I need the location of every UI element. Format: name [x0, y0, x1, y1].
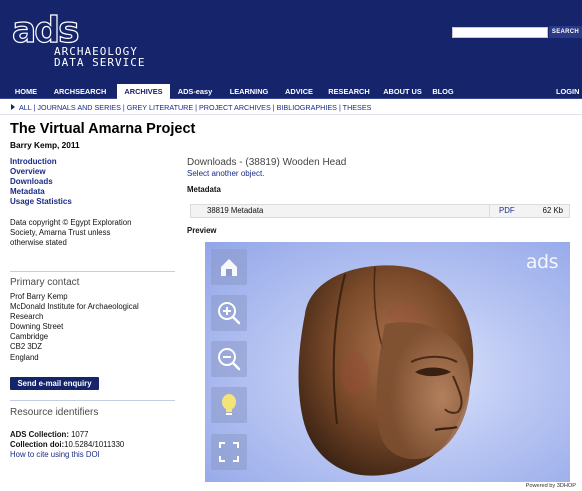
ads-collection-label: ADS Collection:: [10, 430, 69, 439]
copyright-line: Data copyright © Egypt Exploration: [10, 218, 132, 227]
sub-nav: ALL | JOURNALS AND SERIES | GREY LITERAT…: [0, 100, 582, 115]
primary-contact-heading: Primary contact: [10, 277, 80, 288]
3d-viewer[interactable]: ads: [205, 242, 570, 482]
sidebar-divider: [10, 400, 175, 401]
fullscreen-icon[interactable]: [211, 434, 247, 470]
table-divider: [489, 205, 490, 217]
nav-advice[interactable]: ADVICE: [280, 84, 318, 99]
sidebar-link-introduction[interactable]: Introduction: [10, 157, 175, 167]
main-nav: HOME ARCHSEARCH ARCHIVES ADS-easy LEARNI…: [0, 84, 582, 99]
ads-collection: ADS Collection: 1077: [10, 430, 180, 440]
search-button[interactable]: SEARCH: [549, 26, 582, 38]
resource-identifiers: ADS Collection: 1077 Collection doi:10.5…: [10, 430, 180, 460]
powered-by-3dhop[interactable]: Powered by 3DHOP: [526, 483, 576, 489]
contact-line: Prof Barry Kemp: [10, 292, 68, 301]
search-input[interactable]: [452, 27, 548, 38]
nav-ads-easy[interactable]: ADS-easy: [175, 84, 215, 99]
preview-heading: Preview: [187, 226, 217, 235]
sidebar-link-usage-statistics[interactable]: Usage Statistics: [10, 197, 175, 207]
metadata-pdf-link[interactable]: PDF: [499, 205, 515, 217]
ads-logo[interactable]: ads ARCHAEOLOGY DATA SERVICE: [11, 10, 162, 73]
metadata-heading: Metadata: [187, 185, 221, 194]
metadata-table-row: 38819 Metadata PDF 62 Kb: [190, 204, 570, 218]
contact-line: Downing Street: [10, 322, 64, 332]
page-subtitle: Barry Kemp, 2011: [10, 140, 80, 150]
collection-doi-label: Collection doi:: [10, 440, 65, 449]
downloads-heading: Downloads - (38819) Wooden Head: [187, 157, 347, 168]
contact-line: Research: [10, 312, 44, 322]
page-title: The Virtual Amarna Project: [10, 121, 196, 137]
copyright-line: otherwise stated: [10, 238, 67, 247]
sidebar-link-metadata[interactable]: Metadata: [10, 187, 175, 197]
contact-line: England: [10, 352, 39, 362]
site-header: ads ARCHAEOLOGY DATA SERVICE SEARCH: [0, 0, 582, 84]
contact-line: CB2 3DZ: [10, 342, 43, 352]
collection-doi-value: 10.5284/1011330: [64, 440, 125, 449]
send-email-enquiry-button[interactable]: Send e-mail enquiry: [10, 377, 99, 390]
logo-line-data-service: DATA SERVICE: [54, 56, 146, 69]
sidebar-link-downloads[interactable]: Downloads: [10, 177, 175, 187]
contact-line: McDonald Institute for Archaeological: [10, 302, 139, 312]
metadata-file-size: 62 Kb: [542, 206, 563, 215]
nav-about-us[interactable]: ABOUT US: [380, 84, 425, 99]
nav-home[interactable]: HOME: [11, 84, 41, 99]
sidebar-nav: Introduction Overview Downloads Metadata…: [10, 157, 175, 248]
metadata-file-name: 38819 Metadata: [207, 206, 264, 215]
nav-login[interactable]: LOGIN: [556, 84, 582, 99]
subnav-links[interactable]: ALL | JOURNALS AND SERIES | GREY LITERAT…: [19, 100, 371, 115]
nav-blog[interactable]: BLOG: [431, 84, 455, 99]
contact-line: Cambridge: [10, 332, 49, 342]
nav-research[interactable]: RESEARCH: [324, 84, 374, 99]
select-another-object-link[interactable]: Select another object.: [187, 169, 264, 178]
ads-collection-value: 1077: [71, 430, 89, 439]
copyright-line: Society, Amarna Trust unless: [10, 228, 111, 237]
nav-archives[interactable]: ARCHIVES: [117, 84, 170, 99]
home-icon[interactable]: [211, 249, 247, 285]
resource-identifiers-heading: Resource identifiers: [10, 407, 99, 418]
nav-archsearch[interactable]: ARCHSEARCH: [51, 84, 109, 99]
play-arrow-icon: [11, 104, 15, 110]
contact-address: Prof Barry Kemp McDonald Institute for A…: [10, 292, 180, 363]
wooden-head-model[interactable]: [275, 254, 485, 482]
viewer-ads-logo: ads: [525, 251, 559, 273]
cite-doi-link[interactable]: How to cite using this DOI: [10, 450, 180, 460]
zoom-in-icon[interactable]: [211, 295, 247, 331]
collection-doi: Collection doi:10.5284/1011330: [10, 440, 180, 450]
sidebar-link-overview[interactable]: Overview: [10, 167, 175, 177]
sidebar-divider: [10, 271, 175, 272]
zoom-out-icon[interactable]: [211, 341, 247, 377]
light-bulb-icon[interactable]: [211, 387, 247, 423]
nav-learning[interactable]: LEARNING: [224, 84, 274, 99]
